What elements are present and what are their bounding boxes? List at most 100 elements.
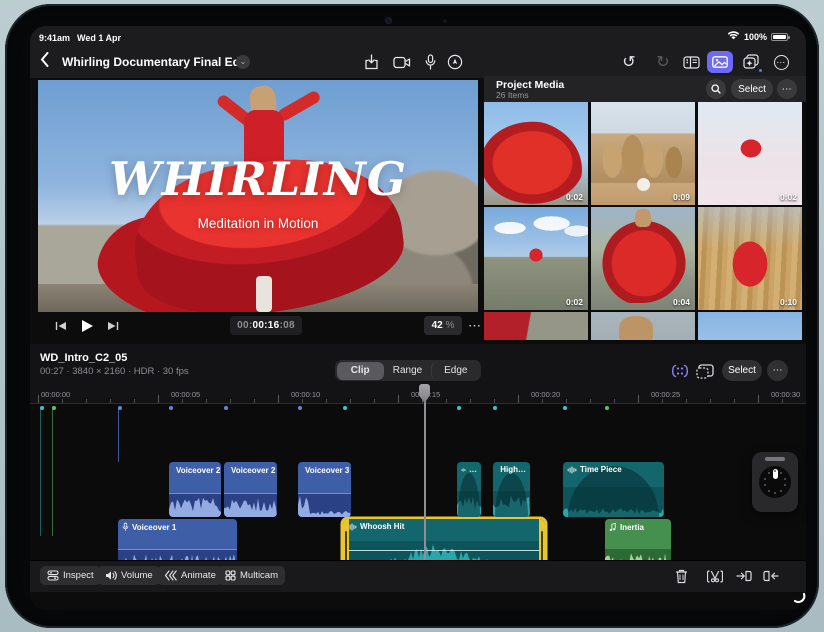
- ruler-tick: [38, 395, 39, 403]
- clip-label: High…: [497, 465, 526, 474]
- media-thumbnail[interactable]: 0:02: [484, 102, 588, 205]
- ruler-tick: [230, 399, 231, 403]
- ruler-tick: [734, 399, 735, 403]
- volume-line[interactable]: [343, 550, 545, 552]
- mode-edge[interactable]: Edge: [431, 361, 479, 380]
- picture-in-picture-icon[interactable]: [693, 360, 717, 382]
- clip-appearance-icon[interactable]: [668, 360, 692, 382]
- timeline-clip-inertia[interactable]: Inertia: [605, 519, 671, 560]
- skip-forward-icon[interactable]: [102, 316, 124, 336]
- title-chevron-down-icon[interactable]: ⌄: [236, 55, 250, 69]
- jog-handle[interactable]: [765, 457, 785, 461]
- timeline-clip-voiceover-3[interactable]: Voiceover 3: [298, 462, 351, 517]
- clip-duration: 0:02: [565, 297, 583, 307]
- clip-start-marker: [457, 406, 461, 410]
- back-button[interactable]: [40, 52, 49, 72]
- timeline-ruler[interactable]: 00:00:0000:00:0500:00:1000:00:1500:00:20…: [30, 386, 806, 404]
- video-viewer[interactable]: WHIRLING Meditation in Motion: [38, 80, 478, 312]
- media-thumbnail[interactable]: 0:10: [698, 207, 802, 310]
- media-thumbnail[interactable]: 0:02: [698, 102, 802, 205]
- skip-back-icon[interactable]: [50, 316, 72, 336]
- media-thumbnail[interactable]: 0:09: [591, 102, 695, 205]
- clip-start-marker: [169, 406, 173, 410]
- clip-connection-line: [52, 408, 53, 536]
- media-thumbnail[interactable]: 0:04: [591, 207, 695, 310]
- effects-badge: [758, 68, 763, 73]
- volume-button[interactable]: Volume: [98, 566, 160, 585]
- clip-start-marker: [118, 406, 122, 410]
- ruler-tick: [542, 399, 543, 403]
- jog-wheel[interactable]: [752, 452, 798, 512]
- timecode-display[interactable]: 00:00:16:08: [230, 316, 302, 335]
- redo-icon[interactable]: ↻: [652, 51, 674, 73]
- ruler-tick: [710, 399, 711, 403]
- ruler-tick: [206, 399, 207, 403]
- ruler-label: 00:00:00: [41, 390, 71, 399]
- clip-label: Voiceover 3: [298, 462, 351, 478]
- media-thumbnail[interactable]: [484, 312, 588, 340]
- status-bar: 9:41am Wed 1 Apr 100%: [30, 26, 806, 46]
- ruler-tick: [470, 399, 471, 403]
- animate-button[interactable]: Animate: [157, 566, 223, 585]
- effects-icon[interactable]: [740, 51, 763, 73]
- trash-icon[interactable]: [670, 565, 692, 587]
- media-browser-icon[interactable]: [707, 51, 733, 73]
- jog-dial[interactable]: [759, 466, 791, 498]
- timeline-tracks[interactable]: Voiceover 2 Voiceover 2 Voiceover 3 … High… T…: [30, 404, 806, 560]
- multicam-button[interactable]: Multicam: [218, 566, 286, 585]
- zoom-level[interactable]: 42 %: [424, 316, 462, 335]
- timeline-clip-voiceover-2a[interactable]: Voiceover 2: [169, 462, 221, 517]
- export-icon[interactable]: [360, 51, 382, 73]
- viewer-more-icon[interactable]: ⋯: [468, 316, 482, 335]
- ruler-tick: [134, 399, 135, 403]
- undo-icon[interactable]: ↺: [618, 51, 640, 73]
- timeline-select-button[interactable]: Select: [722, 360, 762, 381]
- timeline-more-icon[interactable]: ⋯: [767, 360, 788, 381]
- inspector-icon[interactable]: [680, 51, 702, 73]
- mode-clip[interactable]: Clip: [336, 361, 384, 380]
- crossfade-arc: [458, 472, 480, 517]
- more-options-icon[interactable]: ⋯: [770, 51, 792, 73]
- microphone-icon[interactable]: [419, 51, 441, 73]
- ruler-tick: [374, 399, 375, 403]
- trim-handle-left[interactable]: [343, 519, 349, 560]
- media-thumbnail[interactable]: [698, 312, 802, 340]
- timeline-toolbar: Inspect Volume Animate Multicam: [30, 560, 806, 592]
- media-more-icon[interactable]: ⋯: [777, 79, 797, 99]
- blade-icon[interactable]: [704, 565, 726, 587]
- timeline-clip-sfx-small[interactable]: …: [457, 462, 481, 517]
- timeline-clip-time-piece[interactable]: Time Piece: [563, 462, 664, 517]
- mode-range[interactable]: Range: [384, 362, 431, 380]
- timeline-clip-high[interactable]: High…: [493, 462, 530, 517]
- clip-label: Time Piece: [563, 462, 664, 477]
- insert-icon[interactable]: [733, 565, 755, 587]
- search-icon[interactable]: [706, 79, 726, 99]
- inspect-button[interactable]: Inspect: [40, 566, 101, 585]
- ruler-tick: [446, 399, 447, 403]
- media-select-button[interactable]: Select: [731, 79, 773, 99]
- jog-dot: [767, 472, 770, 475]
- clip-label: Voiceover 1: [118, 519, 237, 535]
- timeline-clip-voiceover-2b[interactable]: Voiceover 2: [224, 462, 277, 517]
- thumb-figure: [601, 215, 687, 303]
- ruler-tick: [494, 399, 495, 403]
- ruler-tick: [782, 399, 783, 403]
- timeline-clip-voiceover-1[interactable]: Voiceover 1: [118, 519, 237, 560]
- jog-dot: [763, 484, 766, 487]
- media-thumbnail[interactable]: 0:02: [484, 207, 588, 310]
- playhead-line[interactable]: [424, 384, 426, 560]
- clip-start-marker: [563, 406, 567, 410]
- ruler-tick: [398, 395, 399, 403]
- trim-handle-right[interactable]: [539, 519, 545, 560]
- ipad-device: 9:41am Wed 1 Apr 100% Whirling Documenta…: [5, 4, 819, 628]
- timeline-clip-whoosh-hit[interactable]: Whoosh Hit: [343, 519, 545, 560]
- ruler-label: 00:00:30: [771, 390, 801, 399]
- media-thumbnail[interactable]: [591, 312, 695, 340]
- play-button[interactable]: [76, 316, 98, 336]
- ruler-tick: [662, 399, 663, 403]
- status-time: 9:41am: [39, 33, 71, 43]
- camera-icon[interactable]: [391, 51, 413, 73]
- jog-dot: [780, 472, 783, 475]
- pencil-tools-icon[interactable]: [444, 51, 466, 73]
- connect-icon[interactable]: [760, 565, 782, 587]
